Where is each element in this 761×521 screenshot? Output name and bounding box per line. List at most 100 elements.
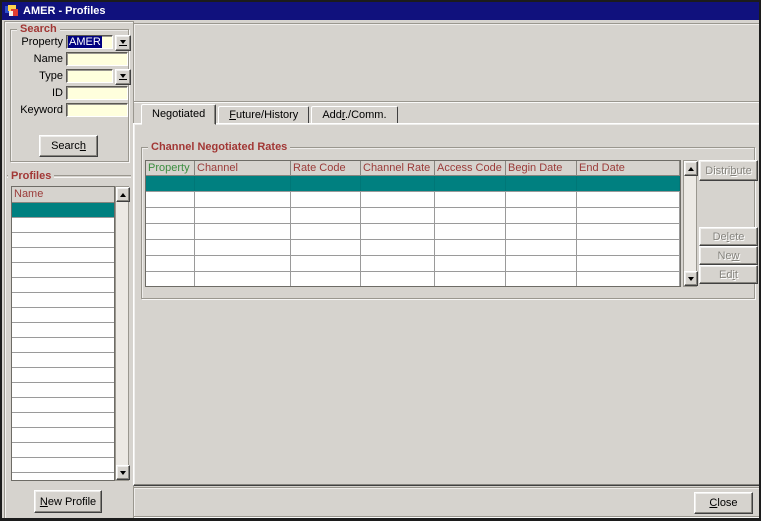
table-cell [577,224,680,239]
column-header[interactable]: Rate Code [291,161,361,176]
dropdown-arrow-icon [119,40,127,46]
keyword-field[interactable] [66,103,128,117]
table-cell [435,176,506,191]
table-cell [506,176,577,191]
table-cell [195,224,291,239]
list-item[interactable] [12,263,114,278]
scroll-down-button[interactable] [684,271,698,286]
scroll-up-button[interactable] [116,187,130,202]
profiles-list-header[interactable]: Name [12,187,114,203]
table-row[interactable] [146,176,680,192]
list-item[interactable] [12,383,114,398]
table-cell [506,224,577,239]
table-cell [361,240,435,255]
close-button[interactable]: Close [694,492,753,514]
column-header[interactable]: Channel [195,161,291,176]
table-cell [435,240,506,255]
new-button[interactable]: New [699,246,758,265]
table-row[interactable] [146,256,680,272]
table-cell [146,176,195,191]
table-cell [195,240,291,255]
table-row[interactable] [146,240,680,256]
table-cell [195,256,291,271]
table-cell [435,224,506,239]
table-row[interactable] [146,208,680,224]
column-header[interactable]: Access Code [435,161,506,176]
table-cell [195,192,291,207]
list-item[interactable] [12,203,114,218]
list-item[interactable] [12,428,114,443]
delete-button[interactable]: Delete [699,227,758,246]
type-label: Type [13,69,63,83]
scroll-up-button[interactable] [684,161,698,176]
window-title: AMER - Profiles [23,5,106,17]
type-field[interactable] [66,69,113,83]
list-item[interactable] [12,458,114,473]
list-item[interactable] [12,218,114,233]
profiles-group-label: Profiles [8,170,54,182]
column-header[interactable]: Begin Date [506,161,577,176]
scroll-down-button[interactable] [116,465,130,480]
table-cell [577,192,680,207]
rates-table-header: Property Channel Rate Code Channel Rate … [146,161,680,176]
column-header[interactable]: Property [146,161,195,176]
list-item[interactable] [12,233,114,248]
distribute-button[interactable]: Distribute [699,160,758,181]
left-panel: Search Property AMER Name Type ID Keywo [4,21,134,520]
table-cell [577,256,680,271]
search-groupbox: Search Property AMER Name Type ID Keywo [10,29,129,162]
rates-table-body [146,176,680,287]
table-cell [506,272,577,287]
table-cell [291,272,361,287]
property-field[interactable]: AMER [66,35,113,49]
type-dropdown-button[interactable] [115,69,131,85]
table-cell [291,176,361,191]
new-profile-button[interactable]: New Profile [34,490,102,513]
list-item[interactable] [12,443,114,458]
table-row[interactable] [146,224,680,240]
list-item[interactable] [12,293,114,308]
list-item[interactable] [12,308,114,323]
list-item[interactable] [12,368,114,383]
id-field[interactable] [66,86,128,100]
table-row[interactable] [146,272,680,287]
list-item[interactable] [12,413,114,428]
property-dropdown-button[interactable] [115,35,131,51]
table-cell [577,208,680,223]
table-cell [577,240,680,255]
keyword-label: Keyword [13,103,63,117]
tab-strip: Negotiated Future/History Addr./Comm. [141,105,400,125]
list-item[interactable] [12,353,114,368]
list-item[interactable] [12,338,114,353]
edit-button[interactable]: Edit [699,265,758,284]
column-header[interactable]: Channel Rate [361,161,435,176]
title-bar[interactable]: AMER - Profiles [2,2,759,20]
table-cell [361,176,435,191]
list-item[interactable] [12,473,114,481]
column-header[interactable]: End Date [577,161,680,176]
list-item[interactable] [12,248,114,263]
profiles-groupbox: Profiles [7,175,131,177]
list-item[interactable] [12,278,114,293]
search-button[interactable]: Search [39,135,98,157]
app-icon [5,4,19,18]
table-cell [361,224,435,239]
table-cell [195,208,291,223]
table-cell [195,176,291,191]
arrow-down-icon [688,277,694,281]
rates-group-label: Channel Negotiated Rates [148,141,290,153]
property-value: AMER [68,36,102,48]
list-item[interactable] [12,398,114,413]
arrow-up-icon [688,167,694,171]
table-cell [146,240,195,255]
table-cell [146,272,195,287]
rates-scrollbar[interactable] [683,160,697,287]
property-label: Property [13,35,63,49]
table-cell [577,272,680,287]
name-field[interactable] [66,52,128,66]
profiles-scrollbar[interactable] [115,186,129,481]
list-item[interactable] [12,323,114,338]
table-cell [195,272,291,287]
table-row[interactable] [146,192,680,208]
tab-negotiated[interactable]: Negotiated [141,104,216,125]
